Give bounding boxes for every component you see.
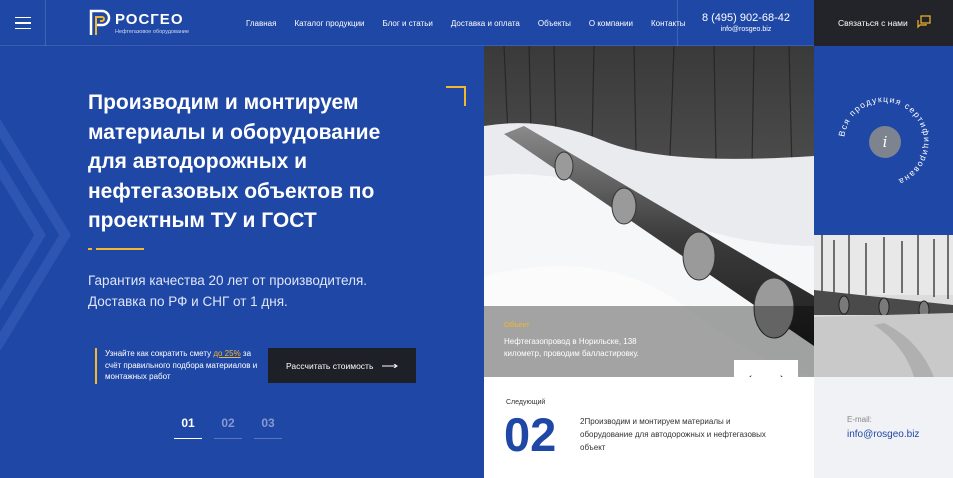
logo-text: РОСГЕО bbox=[115, 11, 184, 28]
nav-blog[interactable]: Блог и статьи bbox=[383, 19, 433, 28]
logo-subtitle: Нефтегазовое оборудование bbox=[115, 29, 190, 35]
side-email-label: E-mail: bbox=[847, 415, 872, 424]
pipeline-snow-image bbox=[484, 46, 814, 377]
nav-delivery[interactable]: Доставка и оплата bbox=[451, 19, 520, 28]
title-divider bbox=[88, 248, 144, 250]
logo-mark-icon bbox=[89, 9, 111, 35]
slide-pagination: 01 02 03 bbox=[174, 416, 294, 439]
chevron-decor-icon bbox=[0, 120, 71, 350]
side-email-block: E-mail: info@rosgeo.biz bbox=[814, 377, 953, 478]
calculate-cost-button[interactable]: Рассчитать стоимость bbox=[268, 348, 416, 383]
hero-title: Производим и монтируем материалы и обору… bbox=[88, 91, 381, 232]
corner-decor bbox=[446, 86, 466, 106]
header-phone[interactable]: 8 (495) 902-68-42 bbox=[678, 12, 814, 24]
promo-highlight[interactable]: до 25% bbox=[213, 349, 240, 358]
nav-about[interactable]: О компании bbox=[589, 19, 633, 28]
hero-photo bbox=[484, 46, 814, 377]
slide-tab-2[interactable]: 02 bbox=[214, 416, 242, 439]
hero-subtitle: Гарантия качества 20 лет от производител… bbox=[88, 273, 368, 309]
slide-tab-3[interactable]: 03 bbox=[254, 416, 282, 439]
photo-label: Объект bbox=[504, 320, 530, 329]
photo-caption: Нефтегазопровод в Норильске, 138 километ… bbox=[504, 337, 639, 358]
next-slide-text: 2Производим и монтируем материалы и обор… bbox=[580, 417, 766, 452]
site-logo[interactable]: РОСГЕО Нефтегазовое оборудование bbox=[88, 8, 218, 38]
arrow-right-icon bbox=[382, 364, 398, 368]
next-slide-label: Следующий bbox=[506, 399, 546, 406]
nav-home[interactable]: Главная bbox=[246, 19, 276, 28]
promo-note: Узнайте как сократить смету до 25% за сч… bbox=[95, 348, 265, 384]
nav-catalog[interactable]: Каталог продукции bbox=[294, 19, 364, 28]
header-contacts: 8 (495) 902-68-42 info@rosgeo.biz bbox=[677, 0, 814, 46]
next-slide-card[interactable]: Следующий 02 2Производим и монтируем мат… bbox=[484, 377, 814, 478]
contact-us-button[interactable]: Связаться с нами bbox=[814, 0, 953, 46]
menu-burger-icon[interactable] bbox=[0, 0, 46, 46]
nav-objects[interactable]: Объекты bbox=[538, 19, 571, 28]
next-slide-number: 02 bbox=[504, 408, 557, 461]
chat-icon bbox=[917, 15, 931, 29]
main-nav: Главная Каталог продукции Блог и статьи … bbox=[246, 0, 704, 46]
header-email[interactable]: info@rosgeo.biz bbox=[678, 26, 814, 33]
side-photo bbox=[814, 235, 953, 377]
calculate-cost-label: Рассчитать стоимость bbox=[286, 360, 374, 371]
contact-us-label: Связаться с нами bbox=[838, 18, 908, 28]
info-icon[interactable]: i bbox=[869, 126, 901, 158]
side-email-link[interactable]: info@rosgeo.biz bbox=[847, 429, 919, 440]
pipeline-forest-image bbox=[814, 235, 953, 377]
slide-tab-1[interactable]: 01 bbox=[174, 416, 202, 439]
site-header: РОСГЕО Нефтегазовое оборудование Главная… bbox=[0, 0, 953, 46]
promo-text-start: Узнайте как сократить смету bbox=[105, 349, 214, 358]
